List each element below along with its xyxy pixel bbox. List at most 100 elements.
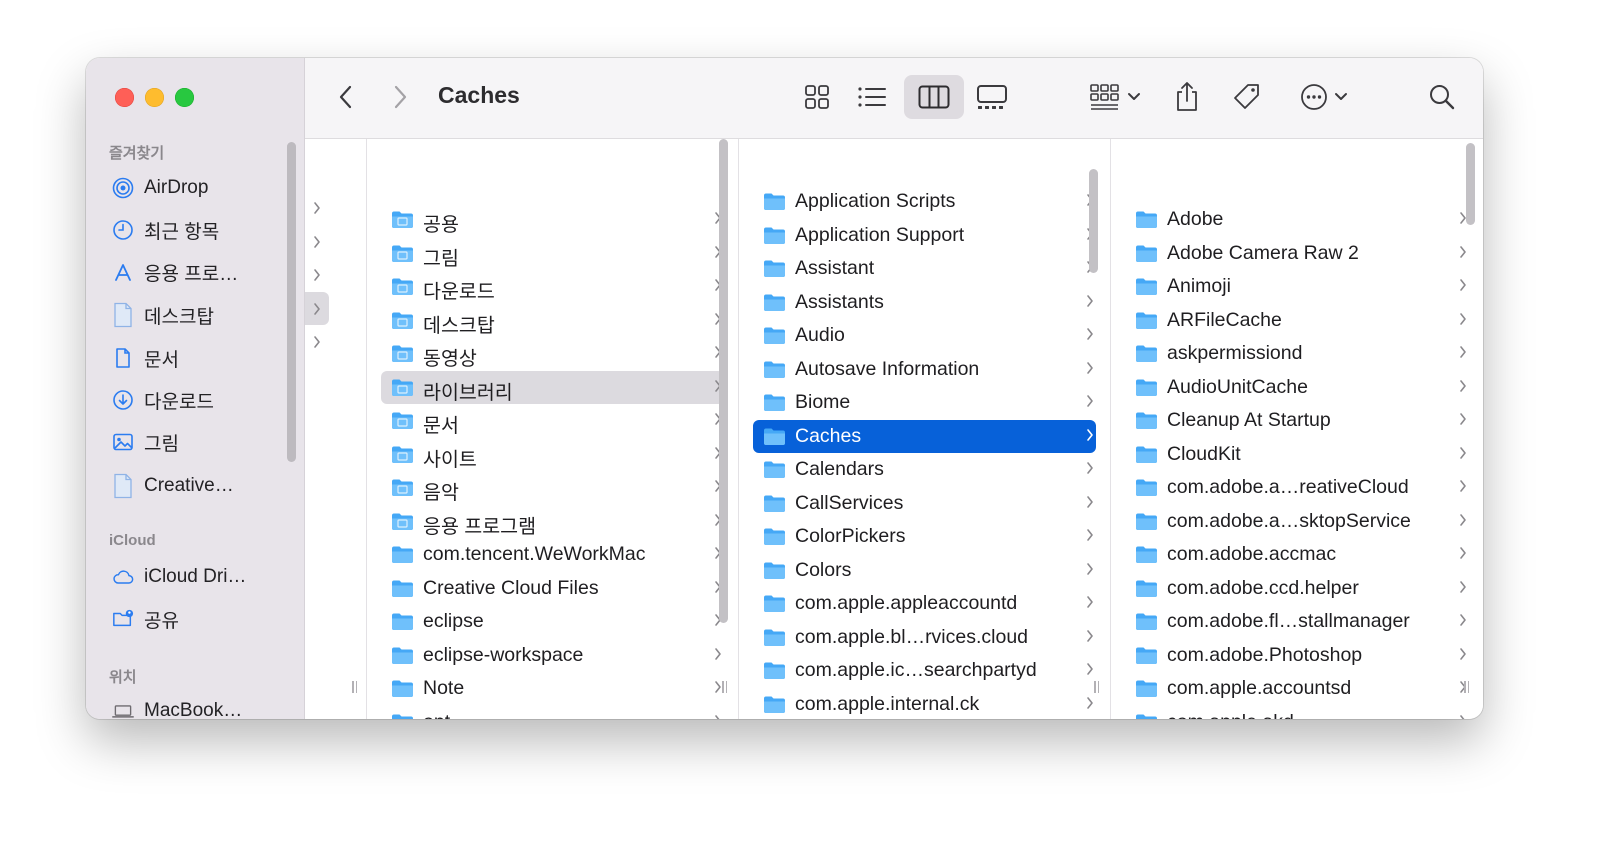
chevron-right-icon [1459,446,1467,465]
list-item[interactable]: Audio [739,319,1110,352]
item-label: ARFileCache [1167,308,1282,331]
list-item[interactable]: com.adobe.a…sktopService [1111,505,1483,538]
list-item[interactable]: com.adobe.a…reativeCloud [1111,471,1483,504]
list-item[interactable]: Animoji [1111,270,1483,303]
list-item[interactable]: com.adobe.fl…stallmanager [1111,605,1483,638]
list-item[interactable]: AudioUnitCache [1111,371,1483,404]
list-item[interactable]: 음악 [367,471,738,504]
minimize-button[interactable] [145,88,164,107]
list-item[interactable]: eclipse [367,605,738,638]
list-item[interactable]: CloudKit [1111,438,1483,471]
column-resize-handle[interactable] [1464,681,1472,693]
list-item[interactable]: 동영상 [367,337,738,370]
sidebar-item-airdrop[interactable]: AirDrop [112,173,208,203]
list-item[interactable]: Assistants [739,286,1110,319]
item-label: com.adobe.fl…stallmanager [1167,610,1410,632]
column-row[interactable] [305,227,366,260]
list-item[interactable]: com.apple.internal.ck [739,688,1110,720]
list-item[interactable]: Creative Cloud Files [367,572,738,605]
list-item[interactable]: ARFileCache [1111,304,1483,337]
column-home: 공용 그림 다운로드 데스크탑 동영상 라이브러리문서 사이트 음악 응용 프로그램 com.te… [367,139,739,719]
vertical-scrollbar[interactable] [1089,169,1098,273]
list-item[interactable]: com.adobe.accmac [1111,538,1483,571]
list-item[interactable]: Caches [739,419,1110,453]
list-item[interactable]: eclipse-workspace [367,639,738,672]
list-item[interactable]: Colors [739,554,1110,587]
sidebar-item-label: 공유 [144,610,179,632]
list-item[interactable]: Assistant [739,252,1110,285]
share-button[interactable] [1172,78,1202,116]
list-item[interactable]: Note [367,672,738,705]
sidebar-item-macbook[interactable]: MacBook… [112,696,242,719]
column-view-button[interactable] [904,75,964,119]
item-label: 문서 [423,415,459,437]
list-item[interactable]: Cleanup At Startup [1111,404,1483,437]
list-item[interactable]: Biome [739,386,1110,419]
close-button[interactable] [115,88,134,107]
list-item[interactable]: com.apple.akd [1111,706,1483,719]
column-row[interactable] [305,292,366,327]
back-button[interactable] [333,82,359,112]
column-row[interactable] [305,193,366,226]
sidebar-item-desktop[interactable]: 데스크탑 [112,300,214,330]
forward-button[interactable] [387,82,413,112]
list-item[interactable]: com.adobe.ccd.helper [1111,572,1483,605]
sidebar-item-creative[interactable]: Creative… [112,471,234,501]
list-item[interactable]: com.adobe.Photoshop [1111,639,1483,672]
list-view-button[interactable] [855,80,889,114]
sidebar-item-shared[interactable]: 공유 [112,604,179,634]
list-item[interactable]: CallServices [739,487,1110,520]
sidebar-item-applications[interactable]: 응용 프로… [112,257,238,287]
list-item[interactable]: Calendars [739,453,1110,486]
sidebar-item-icloud-drive[interactable]: iCloud Dri… [112,562,246,592]
list-item[interactable]: opt [367,706,738,719]
tag-button[interactable] [1230,80,1264,114]
sidebar-scrollbar[interactable] [287,142,296,462]
list-item[interactable]: 문서 [367,404,738,437]
list-item[interactable]: com.apple.bl…rvices.cloud [739,621,1110,654]
item-label: com.apple.appleaccountd [795,592,1018,614]
column-row[interactable] [305,260,366,293]
zoom-button[interactable] [175,88,194,107]
list-item[interactable]: Autosave Information [739,353,1110,386]
folder-icon [763,192,786,211]
column-resize-handle[interactable] [1094,681,1102,693]
list-item[interactable]: Application Scripts [739,185,1110,218]
action-menu-button[interactable] [1295,80,1353,114]
search-button[interactable] [1425,80,1459,114]
icon-view-button[interactable] [802,80,832,114]
folder-icon [763,628,786,647]
column-resize-handle[interactable] [352,681,360,693]
list-item[interactable]: askpermissiond [1111,337,1483,370]
sidebar-item-pictures[interactable]: 그림 [112,427,179,457]
list-item[interactable]: 사이트 [367,438,738,471]
chevron-down-icon [1128,93,1140,100]
folder-icon [1135,512,1158,531]
list-item[interactable]: 다운로드 [367,270,738,303]
gallery-view-button[interactable] [975,80,1009,114]
list-item[interactable]: com.apple.accountsd [1111,672,1483,705]
sidebar-item-recents[interactable]: 최근 항목 [112,215,219,245]
list-item[interactable]: Adobe Camera Raw 2 [1111,237,1483,270]
vertical-scrollbar[interactable] [1466,143,1475,225]
tag-icon [1234,84,1259,109]
list-item[interactable]: 라이브러리 [367,370,738,404]
list-item[interactable]: 그림 [367,237,738,270]
list-item[interactable]: com.apple.appleaccountd [739,587,1110,620]
list-item[interactable]: com.tencent.WeWorkMac [367,538,738,571]
column-row[interactable] [305,327,366,360]
vertical-scrollbar[interactable] [719,139,728,623]
sidebar-item-downloads[interactable]: 다운로드 [112,385,214,415]
group-button[interactable] [1086,80,1144,114]
list-item[interactable]: Adobe [1111,203,1483,236]
list-item[interactable]: com.apple.ic…searchpartyd [739,654,1110,687]
column-resize-handle[interactable] [722,681,730,693]
folder-icon [391,713,414,719]
list-item[interactable]: 공용 [367,203,738,236]
list-item[interactable]: 데스크탑 [367,304,738,337]
list-item[interactable]: Application Support [739,219,1110,252]
list-item[interactable]: 응용 프로그램 [367,505,738,538]
sidebar-item-documents[interactable]: 문서 [112,343,179,373]
chevron-right-icon [1459,580,1467,599]
list-item[interactable]: ColorPickers [739,520,1110,553]
